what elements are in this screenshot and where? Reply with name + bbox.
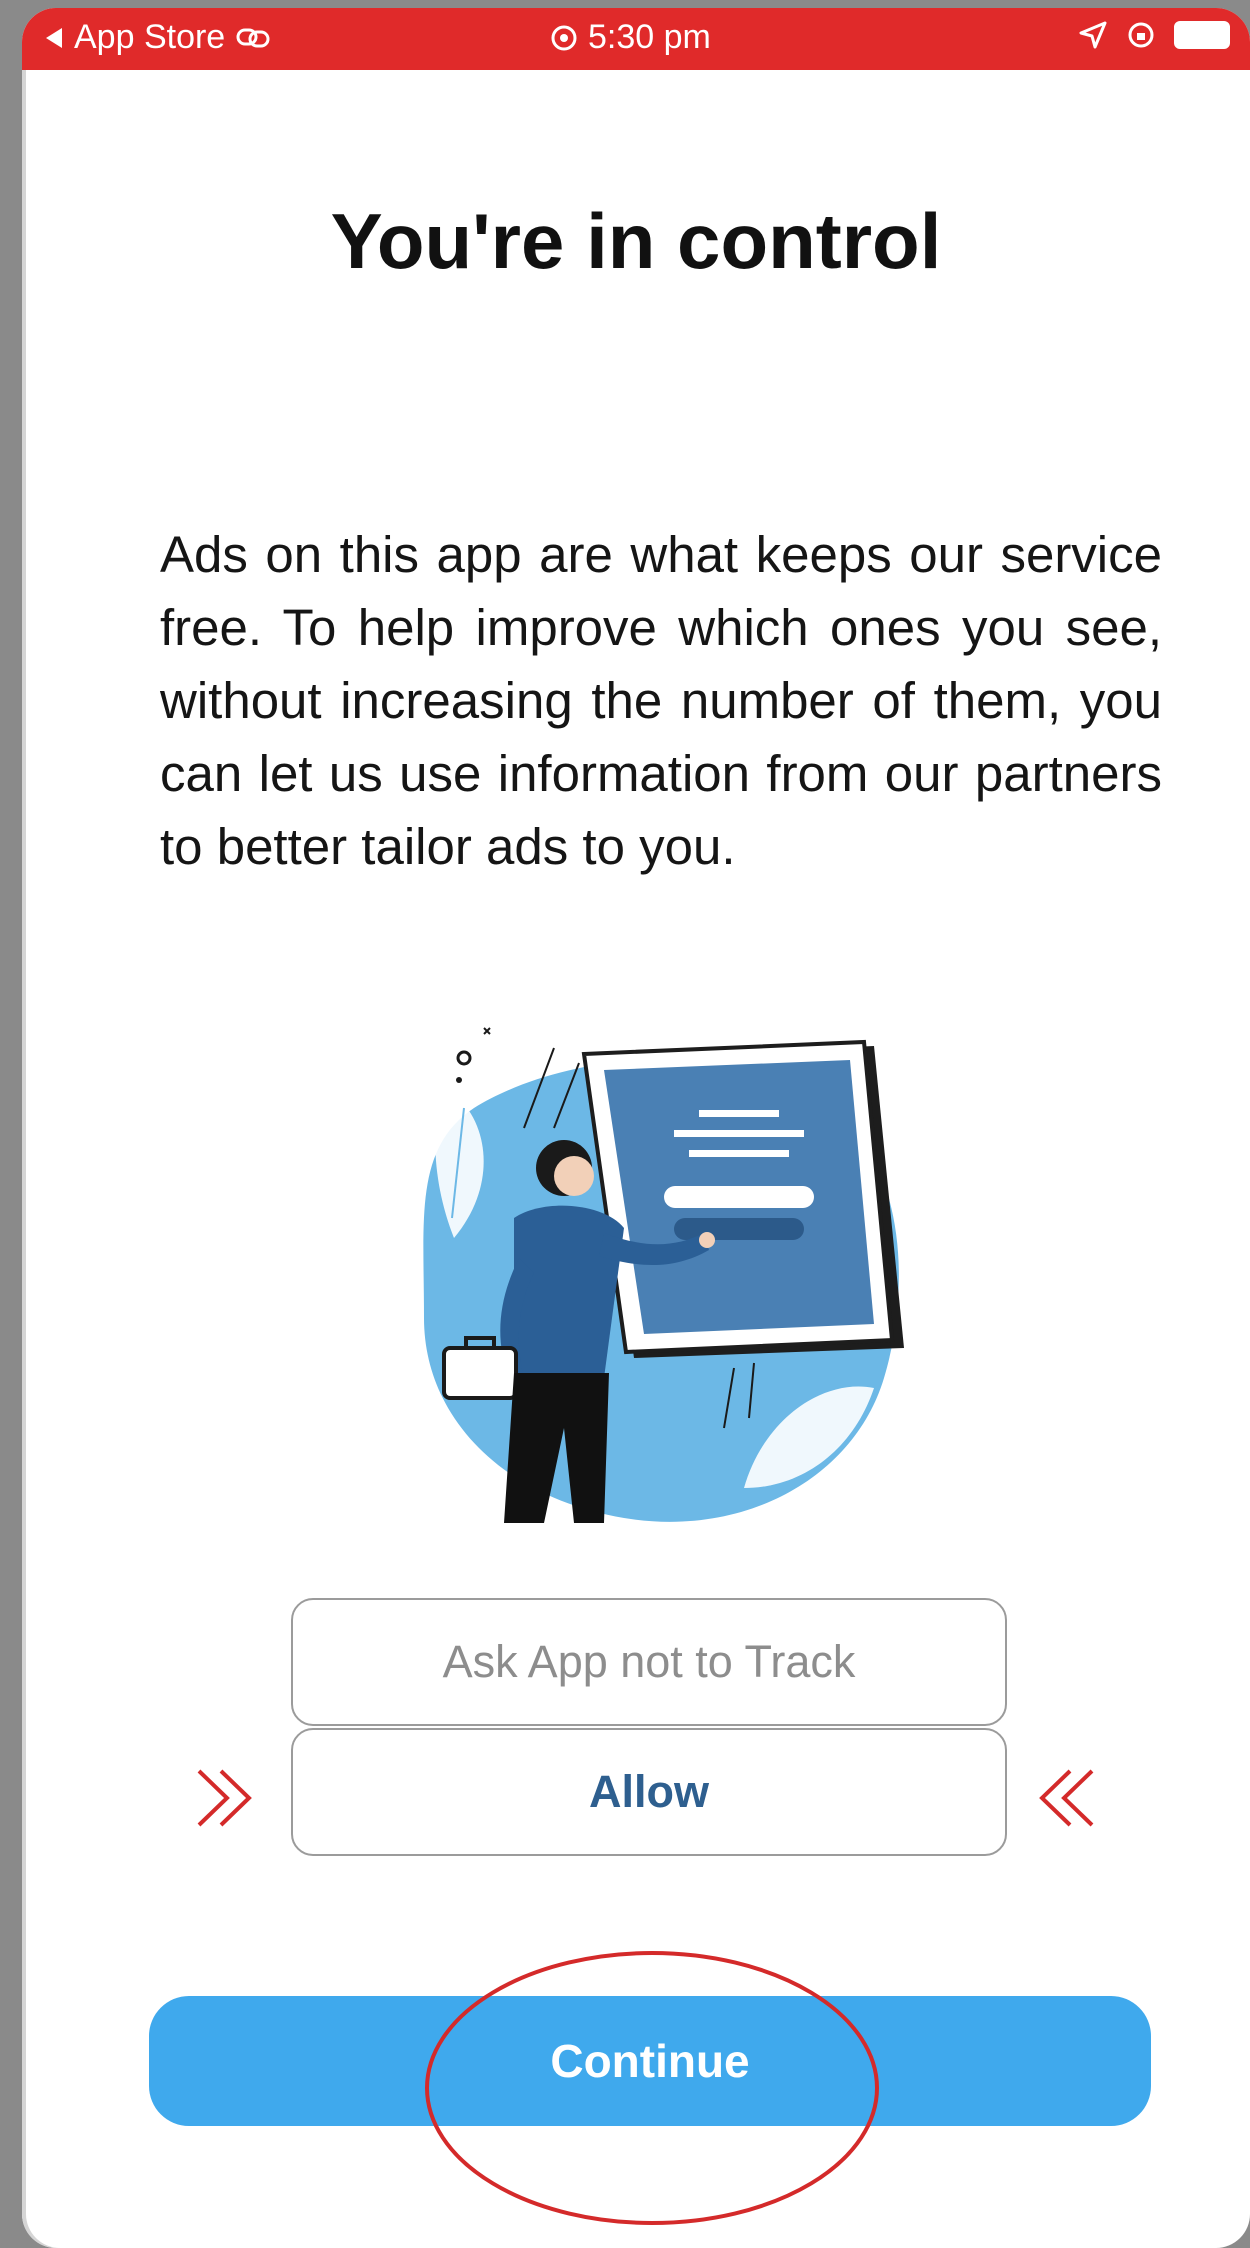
tracking-description: Ads on this app are what keeps our servi… (160, 526, 1162, 875)
red-annotation-circle (425, 1951, 879, 2225)
location-arrow-icon (1079, 21, 1107, 49)
rotation-lock-icon (1128, 22, 1154, 48)
phone-screen: App Store 5:30 pm You're in control Ads … (22, 8, 1250, 2248)
battery-icon (1174, 21, 1230, 49)
link-icon (236, 28, 270, 47)
time-label: 5:30 pm (588, 18, 711, 56)
status-time: 5:30 pm (550, 18, 711, 57)
double-chevron-right-icon (197, 1769, 252, 1827)
double-chevron-left-icon (1039, 1769, 1094, 1827)
ask-not-to-track-button[interactable]: Ask App not to Track (291, 1598, 1007, 1726)
status-indicators (1078, 20, 1230, 50)
back-to-app-store[interactable]: App Store (44, 18, 271, 57)
status-bar: App Store 5:30 pm (22, 8, 1250, 70)
page-title: You're in control (330, 197, 942, 285)
alarm-icon (551, 25, 577, 50)
back-app-label: App Store (74, 18, 226, 56)
allow-tracking-button[interactable]: Allow (291, 1728, 1007, 1856)
tracking-illustration (404, 1018, 924, 1543)
back-triangle-icon (46, 27, 62, 48)
